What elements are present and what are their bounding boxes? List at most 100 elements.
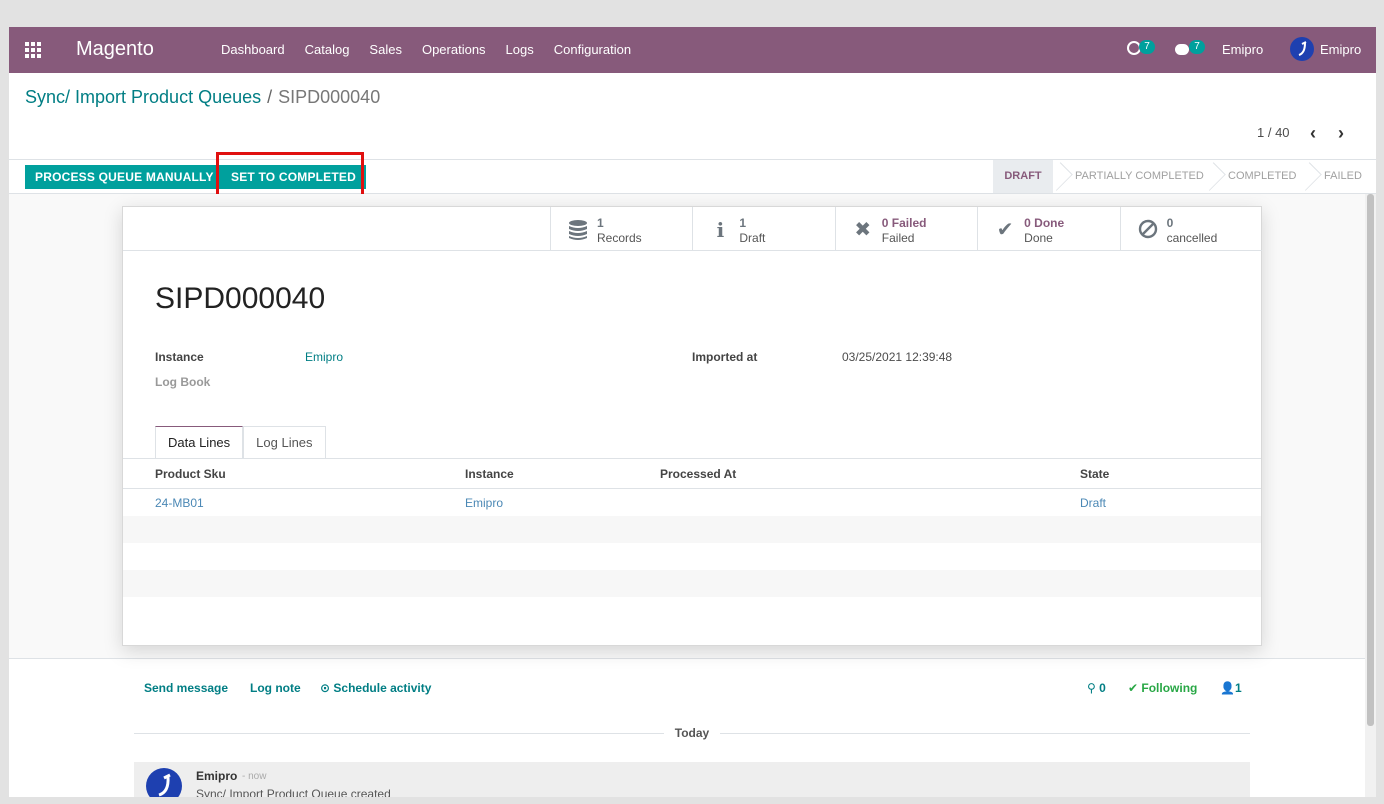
process-queue-manually-button[interactable]: PROCESS QUEUE MANUALLY xyxy=(25,165,224,189)
done-smart-button[interactable]: ✔ 0 Done Done xyxy=(977,207,1119,251)
col-instance[interactable]: Instance xyxy=(465,467,514,481)
schedule-activity-label: Schedule activity xyxy=(333,681,432,695)
check-icon: ✔ xyxy=(996,219,1014,241)
attachments-button[interactable]: ⚲ 0 xyxy=(1087,681,1106,695)
user-avatar[interactable] xyxy=(1290,37,1314,61)
data-lines-table: Product Sku Instance Processed At State … xyxy=(123,459,1261,597)
col-product-sku[interactable]: Product Sku xyxy=(155,467,226,481)
draft-count: 1 xyxy=(739,216,747,230)
check-icon: ✔ xyxy=(1128,681,1142,695)
main-menu: Dashboard Catalog Sales Operations Logs … xyxy=(211,27,641,73)
menu-operations[interactable]: Operations xyxy=(412,27,496,73)
table-header: Product Sku Instance Processed At State xyxy=(123,459,1261,489)
instance-label: Instance xyxy=(155,350,204,364)
scrollbar-thumb[interactable] xyxy=(1367,194,1374,726)
breadcrumb-current: SIPD000040 xyxy=(278,87,381,107)
stage-failed[interactable]: FAILED xyxy=(1324,160,1362,193)
following-button[interactable]: ✔ Following xyxy=(1128,681,1197,695)
stage-draft[interactable]: DRAFT xyxy=(993,160,1053,193)
draft-label: Draft xyxy=(739,231,766,245)
done-count: 0 Done xyxy=(1024,216,1065,230)
col-state[interactable]: State xyxy=(1080,467,1109,481)
menu-dashboard[interactable]: Dashboard xyxy=(211,27,295,73)
app-brand[interactable]: Magento xyxy=(76,38,154,61)
failed-count: 0 Failed xyxy=(881,216,927,230)
send-message-button[interactable]: Send message xyxy=(144,681,228,695)
cancelled-smart-button[interactable]: 0 cancelled xyxy=(1119,207,1262,251)
pager-next-icon[interactable]: › xyxy=(1338,123,1344,144)
attachment-count: 0 xyxy=(1099,681,1106,695)
ban-icon xyxy=(1137,219,1159,241)
message-author[interactable]: Emipro xyxy=(196,769,237,783)
breadcrumb-parent-link[interactable]: Sync/ Import Product Queues xyxy=(25,87,261,107)
message-badge: 7 xyxy=(1189,40,1205,54)
failed-label: Failed xyxy=(881,231,915,245)
message-body: Sync/ Import Product Queue created xyxy=(196,787,391,797)
database-icon xyxy=(567,219,589,241)
records-count: 1 xyxy=(597,216,604,230)
record-title: SIPD000040 xyxy=(155,282,326,315)
breadcrumb: Sync/ Import Product Queues / SIPD000040 xyxy=(25,87,380,108)
app-window: Magento Dashboard Catalog Sales Operatio… xyxy=(9,27,1376,797)
stage-arrow-icon xyxy=(1306,160,1320,193)
tab-data-lines[interactable]: Data Lines xyxy=(155,426,244,459)
cancelled-label: cancelled xyxy=(1166,231,1218,245)
menu-logs[interactable]: Logs xyxy=(496,27,544,73)
notebook-tabs: Data Lines Log Lines xyxy=(155,426,326,459)
highlight-annotation xyxy=(216,152,364,197)
messaging-icon[interactable] xyxy=(1175,44,1189,55)
company-switcher[interactable]: Emipro xyxy=(1222,27,1263,73)
breadcrumb-separator: / xyxy=(267,87,273,107)
activity-badge: 7 xyxy=(1139,40,1155,54)
stage-arrow-icon xyxy=(1057,160,1071,193)
logbook-label: Log Book xyxy=(155,375,211,389)
followers-button[interactable]: 👤1 xyxy=(1220,681,1242,695)
top-navbar: Magento Dashboard Catalog Sales Operatio… xyxy=(9,27,1376,73)
author-avatar[interactable] xyxy=(146,768,182,797)
cell-instance: Emipro xyxy=(465,496,504,510)
imported-at-value: 03/25/2021 12:39:48 xyxy=(842,350,953,364)
records-label: Records xyxy=(597,231,642,245)
failed-smart-button[interactable]: ✖ 0 Failed Failed xyxy=(834,207,977,251)
schedule-activity-button[interactable]: ⊙ Schedule activity xyxy=(320,681,431,695)
clock-icon: ⊙ xyxy=(320,681,334,695)
tab-log-lines[interactable]: Log Lines xyxy=(243,426,326,459)
imported-at-label: Imported at xyxy=(692,350,758,364)
times-icon: ✖ xyxy=(854,219,872,241)
following-label: Following xyxy=(1141,681,1198,695)
paperclip-icon: ⚲ xyxy=(1087,681,1100,695)
menu-configuration[interactable]: Configuration xyxy=(544,27,641,73)
empty-row xyxy=(123,543,1261,570)
message-time: - now xyxy=(242,771,267,782)
menu-catalog[interactable]: Catalog xyxy=(295,27,360,73)
info-icon: i xyxy=(716,218,725,242)
user-icon: 👤 xyxy=(1220,681,1235,695)
followers-count: 1 xyxy=(1234,681,1242,695)
table-row[interactable]: 24-MB01 Emipro Draft xyxy=(123,489,1261,516)
cell-state: Draft xyxy=(1080,496,1107,510)
done-label: Done xyxy=(1024,231,1053,245)
pager-previous-icon[interactable]: ‹ xyxy=(1310,123,1316,144)
chatter-message: Emipro - now Sync/ Import Product Queue … xyxy=(134,762,1250,797)
cancelled-count: 0 xyxy=(1166,216,1174,230)
log-note-button[interactable]: Log note xyxy=(250,681,301,695)
draft-smart-button[interactable]: i 1 Draft xyxy=(692,207,834,251)
instance-link[interactable]: Emipro xyxy=(305,350,343,364)
form-sheet: 1 Records i 1 Draft ✖ 0 Failed Failed ✔ … xyxy=(122,206,1262,646)
pager-value[interactable]: 1 / 40 xyxy=(1257,125,1290,140)
date-separator: Today xyxy=(664,726,720,740)
status-bar: PROCESS QUEUE MANUALLY SET TO COMPLETED … xyxy=(9,159,1376,194)
records-smart-button[interactable]: 1 Records xyxy=(550,207,692,251)
menu-sales[interactable]: Sales xyxy=(359,27,412,73)
col-processed-at[interactable]: Processed At xyxy=(660,467,736,481)
apps-menu-icon[interactable] xyxy=(25,42,41,58)
scrollbar[interactable] xyxy=(1365,194,1376,797)
stage-completed[interactable]: COMPLETED xyxy=(1228,160,1296,193)
user-menu[interactable]: Emipro xyxy=(1320,27,1361,73)
stage-arrow-icon xyxy=(1210,160,1224,193)
smart-button-box: 1 Records i 1 Draft ✖ 0 Failed Failed ✔ … xyxy=(550,207,1262,251)
stage-partially-completed[interactable]: PARTIALLY COMPLETED xyxy=(1075,160,1204,193)
empty-row xyxy=(123,570,1261,597)
empty-row xyxy=(123,516,1261,543)
cell-sku: 24-MB01 xyxy=(155,496,204,510)
